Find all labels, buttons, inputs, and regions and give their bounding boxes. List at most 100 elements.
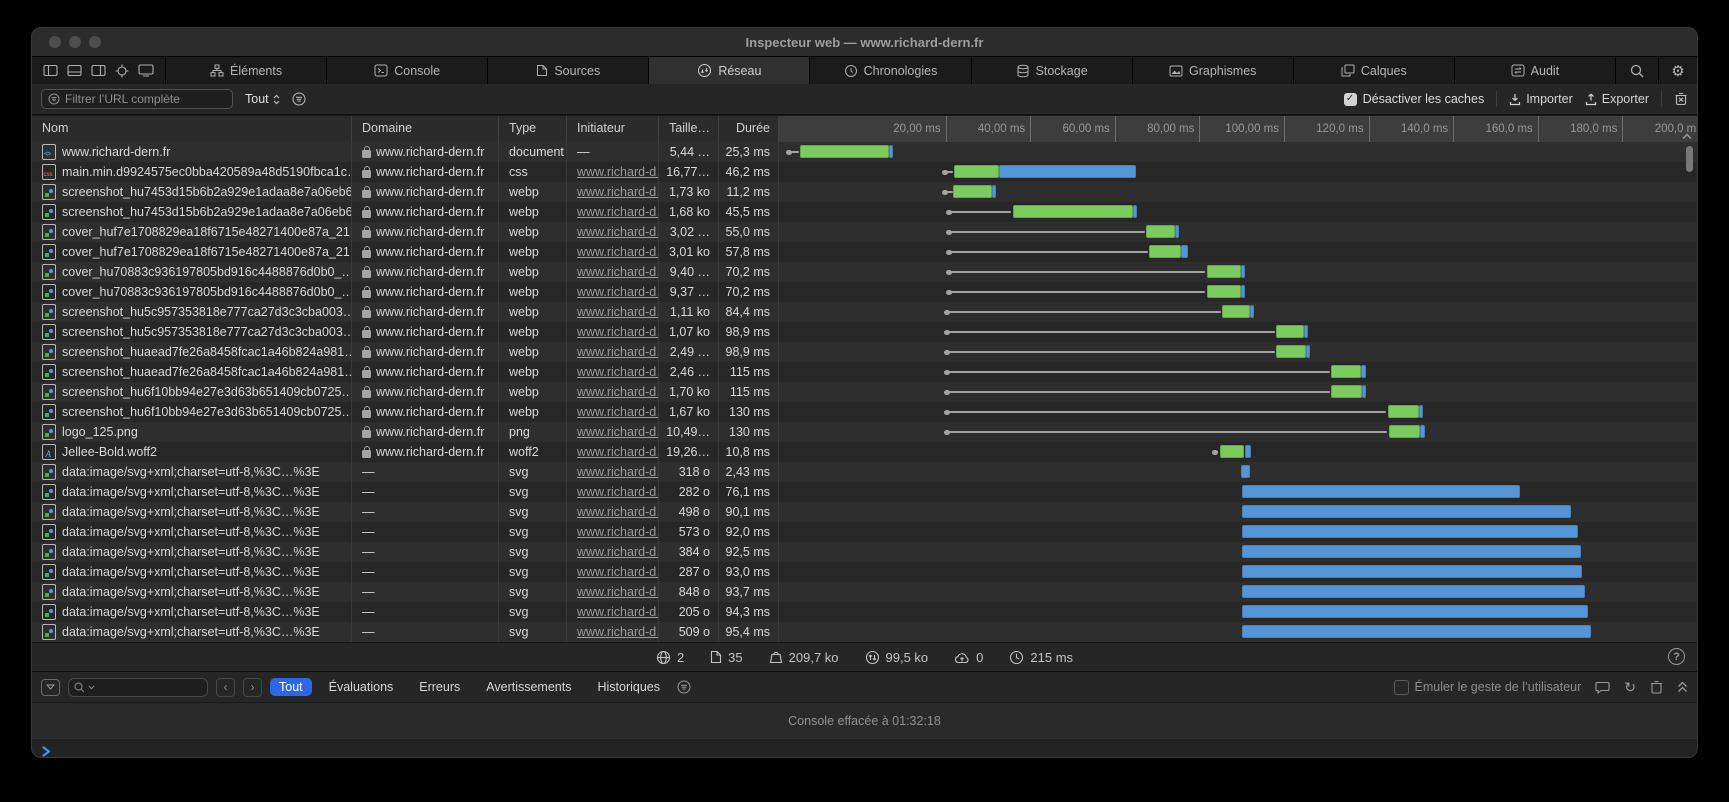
network-request-row[interactable]: data:image/svg+xml;charset=utf-8,%3C…%3E… xyxy=(32,462,1697,482)
console-filter-evaluations[interactable]: Évaluations xyxy=(320,678,403,696)
network-request-row[interactable]: logo_125.png www.richard-dern.fr png www… xyxy=(32,422,1697,442)
network-request-row[interactable]: screenshot_huaead7fe26a8458fcac1a46b824a… xyxy=(32,362,1697,382)
dock-bottom-icon[interactable] xyxy=(67,64,82,77)
emulate-user-gesture-checkbox[interactable]: Émuler le geste de l’utilisateur xyxy=(1394,680,1582,695)
network-request-row[interactable]: data:image/svg+xml;charset=utf-8,%3C…%3E… xyxy=(32,562,1697,582)
collapse-console-button[interactable] xyxy=(1677,681,1688,693)
tab-graphics[interactable]: Graphismes xyxy=(1133,57,1294,84)
initiator-link[interactable]: www.richard-d… xyxy=(577,425,659,439)
console-filter-errors[interactable]: Erreurs xyxy=(410,678,469,696)
network-request-row[interactable]: data:image/svg+xml;charset=utf-8,%3C…%3E… xyxy=(32,542,1697,562)
network-request-row[interactable]: main.min.d9924575ec0bba420589a48d5190fbc… xyxy=(32,162,1697,182)
initiator-link[interactable]: www.richard-d… xyxy=(577,205,659,219)
console-filter-all[interactable]: Tout xyxy=(270,678,312,696)
tab-storage[interactable]: Stockage xyxy=(972,57,1133,84)
network-request-row[interactable]: screenshot_huaead7fe26a8458fcac1a46b824a… xyxy=(32,342,1697,362)
double-chevron-up-icon xyxy=(1677,681,1688,693)
network-request-row[interactable]: Jellee-Bold.woff2 www.richard-dern.fr wo… xyxy=(32,442,1697,462)
network-request-row[interactable]: data:image/svg+xml;charset=utf-8,%3C…%3E… xyxy=(32,602,1697,622)
network-request-row[interactable]: cover_huf7e1708829ea18f6715e48271400e87a… xyxy=(32,222,1697,242)
initiator-link[interactable]: www.richard-d… xyxy=(577,165,659,179)
tab-network[interactable]: Réseau xyxy=(649,57,810,84)
network-request-row[interactable]: cover_hu70883c936197805bd916c4488876d0b0… xyxy=(32,262,1697,282)
initiator-link[interactable]: www.richard-d… xyxy=(577,285,659,299)
network-request-row[interactable]: screenshot_hu5c957353818e777ca27d3c3cba0… xyxy=(32,302,1697,322)
zoom-button[interactable] xyxy=(89,36,101,48)
network-request-row[interactable]: screenshot_hu6f10bb94e27e3d63b651409cb07… xyxy=(32,382,1697,402)
column-header-domain[interactable]: Domaine xyxy=(352,116,499,142)
resource-type-select[interactable]: Tout xyxy=(245,92,280,106)
network-request-row[interactable]: data:image/svg+xml;charset=utf-8,%3C…%3E… xyxy=(32,522,1697,542)
console-search-input[interactable] xyxy=(68,678,208,697)
network-request-row[interactable]: data:image/svg+xml;charset=utf-8,%3C…%3E… xyxy=(32,582,1697,602)
clear-network-items-button[interactable] xyxy=(1674,92,1688,106)
network-request-row[interactable]: screenshot_hu6f10bb94e27e3d63b651409cb07… xyxy=(32,402,1697,422)
network-request-row[interactable]: screenshot_hu7453d15b6b2a929e1adaa8e7a06… xyxy=(32,182,1697,202)
dock-right-icon[interactable] xyxy=(91,64,106,77)
tab-elements[interactable]: Éléments xyxy=(166,57,327,84)
tab-audit[interactable]: Audit xyxy=(1455,57,1616,84)
network-request-row[interactable]: screenshot_hu7453d15b6b2a929e1adaa8e7a06… xyxy=(32,202,1697,222)
network-request-row[interactable]: www.richard-dern.fr www.richard-dern.fr … xyxy=(32,142,1697,162)
column-header-size[interactable]: Taille… xyxy=(659,116,719,142)
initiator-link[interactable]: www.richard-d… xyxy=(577,385,659,399)
network-request-row[interactable]: data:image/svg+xml;charset=utf-8,%3C…%3E… xyxy=(32,482,1697,502)
element-picker-icon[interactable] xyxy=(115,64,129,78)
console-prompt[interactable] xyxy=(32,738,1697,758)
initiator-link[interactable]: www.richard-d… xyxy=(577,465,659,479)
column-header-initiator[interactable]: Initiateur xyxy=(567,116,659,142)
initiator-link[interactable]: www.richard-d… xyxy=(577,185,659,199)
console-filter-logs[interactable]: Historiques xyxy=(588,678,669,696)
tab-layers[interactable]: Calques xyxy=(1294,57,1455,84)
column-header-type[interactable]: Type xyxy=(499,116,567,142)
initiator-link[interactable]: www.richard-d… xyxy=(577,325,659,339)
next-result-button[interactable]: › xyxy=(243,678,262,697)
initiator-link[interactable]: www.richard-d… xyxy=(577,525,659,539)
close-button[interactable] xyxy=(49,36,61,48)
initiator-link[interactable]: www.richard-d… xyxy=(577,485,659,499)
settings-tab[interactable]: ⚙ xyxy=(1659,57,1697,84)
help-button[interactable]: ? xyxy=(1668,648,1685,665)
clear-console-button[interactable] xyxy=(1650,680,1663,694)
console-filter-warnings[interactable]: Avertissements xyxy=(477,678,580,696)
initiator-link[interactable]: www.richard-d… xyxy=(577,265,659,279)
network-request-row[interactable]: data:image/svg+xml;charset=utf-8,%3C…%3E… xyxy=(32,622,1697,642)
initiator-link[interactable]: www.richard-d… xyxy=(577,245,659,259)
console-scope-button[interactable] xyxy=(41,679,60,696)
initiator-link[interactable]: www.richard-d… xyxy=(577,625,659,639)
device-icon[interactable] xyxy=(138,64,154,77)
network-request-row[interactable]: cover_huf7e1708829ea18f6715e48271400e87a… xyxy=(32,242,1697,262)
network-request-row[interactable]: screenshot_hu5c957353818e777ca27d3c3cba0… xyxy=(32,322,1697,342)
console-filter-options-button[interactable] xyxy=(677,680,691,694)
network-request-row[interactable]: cover_hu70883c936197805bd916c4488876d0b0… xyxy=(32,282,1697,302)
network-request-row[interactable]: data:image/svg+xml;charset=utf-8,%3C…%3E… xyxy=(32,502,1697,522)
minimize-button[interactable] xyxy=(69,36,81,48)
show-console-messages-button[interactable] xyxy=(1595,681,1610,694)
initiator-link[interactable]: www.richard-d… xyxy=(577,405,659,419)
vertical-scrollbar-thumb[interactable] xyxy=(1686,146,1693,172)
url-filter-input[interactable]: Filtrer l’URL complète xyxy=(41,89,233,109)
initiator-link[interactable]: www.richard-d… xyxy=(577,545,659,559)
export-button[interactable]: Exporter xyxy=(1585,92,1649,106)
reload-button[interactable]: ↻ xyxy=(1624,679,1636,696)
column-header-name[interactable]: Nom xyxy=(32,116,352,142)
disable-caches-checkbox[interactable]: ✓ Désactiver les caches xyxy=(1344,92,1485,106)
tab-sources[interactable]: Sources xyxy=(488,57,649,84)
initiator-link[interactable]: www.richard-d… xyxy=(577,585,659,599)
previous-result-button[interactable]: ‹ xyxy=(216,678,235,697)
filter-options-button[interactable] xyxy=(292,92,306,106)
tab-timelines[interactable]: Chronologies xyxy=(810,57,971,84)
initiator-link[interactable]: www.richard-d… xyxy=(577,365,659,379)
tab-console[interactable]: Console xyxy=(327,57,488,84)
initiator-link[interactable]: www.richard-d… xyxy=(577,445,659,459)
column-header-duration[interactable]: Durée xyxy=(719,116,779,142)
import-button[interactable]: Importer xyxy=(1509,92,1573,106)
initiator-link[interactable]: www.richard-d… xyxy=(577,605,659,619)
initiator-link[interactable]: www.richard-d… xyxy=(577,505,659,519)
search-tab[interactable] xyxy=(1616,57,1659,84)
initiator-link[interactable]: www.richard-d… xyxy=(577,225,659,239)
initiator-link[interactable]: www.richard-d… xyxy=(577,305,659,319)
initiator-link[interactable]: www.richard-d… xyxy=(577,345,659,359)
dock-left-icon[interactable] xyxy=(43,64,58,77)
initiator-link[interactable]: www.richard-d… xyxy=(577,565,659,579)
